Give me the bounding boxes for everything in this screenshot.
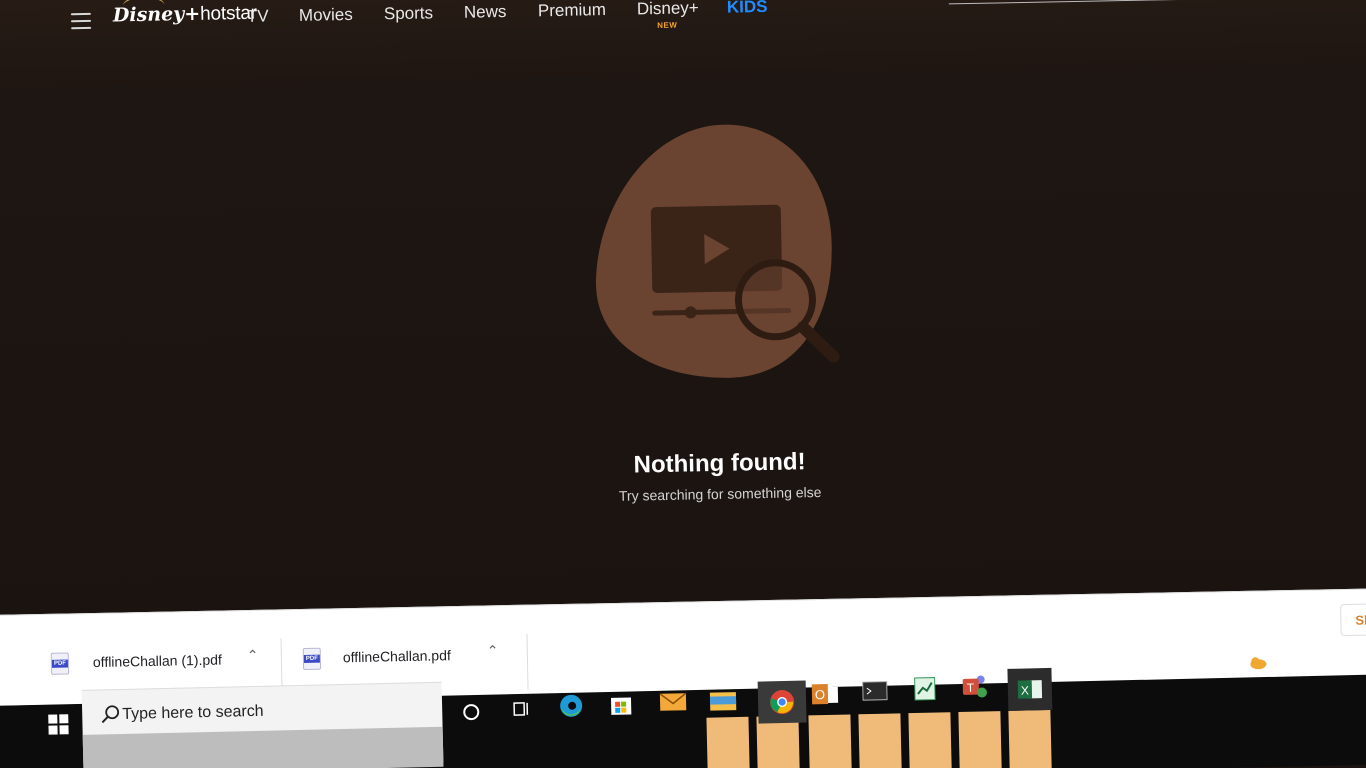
windows-taskbar: Type here to search O T X ⌃ 12:5 5/5 bbox=[0, 642, 1366, 768]
nav-tv[interactable]: TV bbox=[247, 6, 269, 26]
edge-icon[interactable] bbox=[556, 690, 587, 721]
file-explorer-icon[interactable] bbox=[708, 684, 739, 715]
chrome-icon[interactable] bbox=[757, 680, 807, 724]
notepad-icon[interactable] bbox=[910, 673, 941, 704]
nav-news[interactable]: News bbox=[464, 2, 507, 23]
empty-state-title: Nothing found! bbox=[633, 448, 806, 479]
teams-icon[interactable]: T bbox=[959, 670, 990, 701]
download-filename: offlineChallan.pdf bbox=[342, 647, 451, 666]
taskbar-clock[interactable]: 12:5 5/5 bbox=[1347, 639, 1366, 680]
svg-text:O: O bbox=[815, 687, 825, 702]
search-icon bbox=[101, 705, 120, 724]
taskbar-search-box[interactable]: Type here to search bbox=[81, 681, 444, 768]
battery-icon[interactable] bbox=[1273, 652, 1291, 674]
clock-time: 12:5 bbox=[1346, 641, 1366, 657]
clock-date: 5/5 bbox=[1347, 661, 1365, 677]
cortana-icon[interactable] bbox=[456, 697, 487, 728]
search-field-underline[interactable] bbox=[948, 0, 1189, 5]
windows-start-icon[interactable] bbox=[48, 714, 69, 735]
nav-kids[interactable]: KIDS bbox=[727, 0, 768, 18]
outlook-icon[interactable]: O bbox=[810, 679, 841, 710]
search-placeholder: Type here to search bbox=[122, 702, 264, 724]
nav-premium[interactable]: Premium bbox=[538, 0, 606, 21]
hamburger-menu-icon[interactable] bbox=[70, 12, 92, 30]
top-navigation: Disney+hotstar TV Movies Sports News Pre… bbox=[0, 0, 1366, 50]
show-all-button[interactable]: Sh bbox=[1340, 602, 1366, 637]
onedrive-icon[interactable] bbox=[1247, 655, 1267, 677]
store-icon[interactable] bbox=[606, 688, 637, 719]
tray-chevron-up-icon[interactable]: ⌃ bbox=[1223, 658, 1234, 680]
mail-icon[interactable] bbox=[658, 686, 689, 717]
terminal-icon[interactable] bbox=[860, 676, 891, 707]
chevron-up-icon[interactable]: ⌃ bbox=[247, 647, 259, 664]
nav-movies[interactable]: Movies bbox=[299, 5, 353, 26]
chevron-up-icon[interactable]: ⌃ bbox=[487, 642, 499, 659]
nav-disney-plus[interactable]: Disney+ bbox=[637, 0, 699, 19]
volume-icon[interactable] bbox=[1323, 649, 1341, 671]
no-results-illustration bbox=[596, 124, 840, 378]
excel-icon[interactable]: X bbox=[1007, 667, 1053, 711]
screen: Disney+hotstar TV Movies Sports News Pre… bbox=[0, 0, 1366, 768]
pdf-file-icon: PDF bbox=[302, 647, 322, 670]
nav-sports[interactable]: Sports bbox=[384, 3, 434, 24]
svg-text:X: X bbox=[1021, 683, 1029, 697]
hotstar-page: Disney+hotstar TV Movies Sports News Pre… bbox=[0, 0, 1366, 660]
hotstar-logo[interactable]: Disney+hotstar bbox=[113, 0, 257, 28]
download-filename: offlineChallan (1).pdf bbox=[92, 651, 222, 671]
svg-text:T: T bbox=[967, 681, 975, 695]
task-view-icon[interactable] bbox=[506, 694, 537, 725]
empty-state-subtitle: Try searching for something else bbox=[618, 483, 822, 504]
wifi-icon[interactable] bbox=[1299, 651, 1317, 673]
pdf-file-icon: PDF bbox=[50, 652, 70, 675]
new-badge: NEW bbox=[657, 20, 678, 31]
